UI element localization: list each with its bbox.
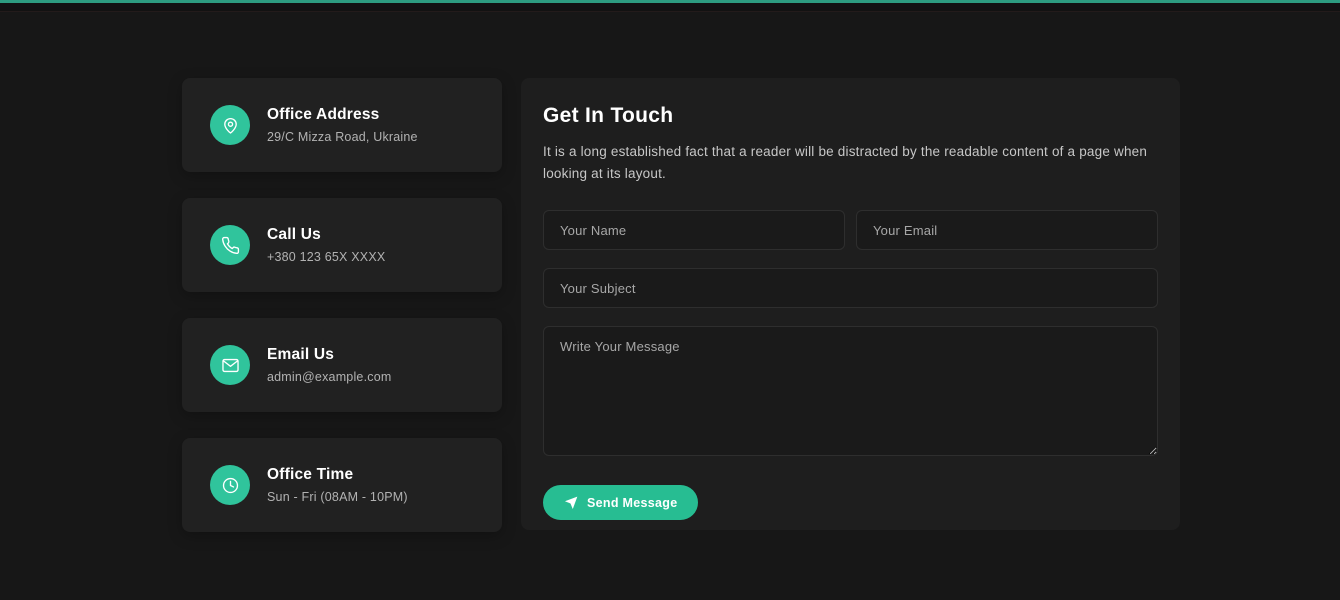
contact-card-subtitle: admin@example.com bbox=[267, 370, 392, 384]
contact-card-text: Call Us +380 123 65X XXXX bbox=[267, 226, 385, 264]
form-description: It is a long established fact that a rea… bbox=[543, 144, 1148, 181]
header-strip bbox=[0, 3, 1340, 12]
phone-icon bbox=[210, 225, 250, 265]
send-message-label: Send Message bbox=[587, 495, 678, 510]
contact-page: Office Address 29/C Mizza Road, Ukraine … bbox=[0, 0, 1340, 600]
contact-card-subtitle: Sun - Fri (08AM - 10PM) bbox=[267, 490, 408, 504]
contact-form: Send Message bbox=[543, 210, 1158, 520]
contact-card-text: Office Address 29/C Mizza Road, Ukraine bbox=[267, 106, 418, 144]
clock-icon bbox=[210, 465, 250, 505]
send-message-button[interactable]: Send Message bbox=[543, 485, 699, 520]
contact-card-text: Office Time Sun - Fri (08AM - 10PM) bbox=[267, 466, 408, 504]
contact-card-email: Email Us admin@example.com bbox=[182, 318, 502, 412]
contact-card-title: Office Address bbox=[267, 106, 380, 123]
contact-card-text: Email Us admin@example.com bbox=[267, 346, 391, 384]
contact-form-panel: Get In Touch It is a long established fa… bbox=[521, 78, 1180, 530]
subject-input[interactable] bbox=[543, 268, 1158, 308]
contact-card-subtitle: +380 123 65X XXXX bbox=[267, 250, 386, 264]
contact-card-phone: Call Us +380 123 65X XXXX bbox=[182, 198, 502, 292]
form-title: Get In Touch bbox=[543, 104, 674, 127]
contact-card-title: Email Us bbox=[267, 346, 335, 363]
contact-info-list: Office Address 29/C Mizza Road, Ukraine … bbox=[182, 78, 502, 558]
contact-card-hours: Office Time Sun - Fri (08AM - 10PM) bbox=[182, 438, 502, 532]
contact-card-title: Call Us bbox=[267, 226, 321, 243]
name-input[interactable] bbox=[543, 210, 845, 250]
contact-card-title: Office Time bbox=[267, 466, 354, 483]
message-textarea[interactable] bbox=[543, 326, 1158, 456]
name-email-row bbox=[543, 210, 1158, 250]
contact-card-subtitle: 29/C Mizza Road, Ukraine bbox=[267, 130, 418, 144]
envelope-icon bbox=[210, 345, 250, 385]
email-input[interactable] bbox=[856, 210, 1158, 250]
map-pin-icon bbox=[210, 105, 250, 145]
paper-plane-icon bbox=[564, 496, 578, 510]
contact-card-address: Office Address 29/C Mizza Road, Ukraine bbox=[182, 78, 502, 172]
